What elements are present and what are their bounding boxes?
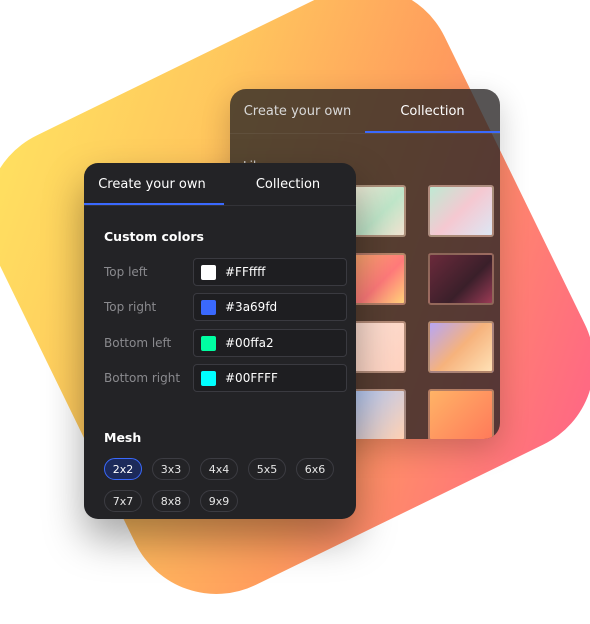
color-input-bottom-left[interactable]: #00ffa2 [193,329,347,357]
color-row-bottom-left: Bottom left #00ffa2 [104,329,347,357]
hex-value: #00ffa2 [225,336,274,350]
color-swatch[interactable] [201,265,216,280]
gradient-tile[interactable] [428,389,494,439]
mesh-option-5x5[interactable]: 5x5 [248,458,286,480]
color-input-top-left[interactable]: #FFffff [193,258,347,286]
color-label: Bottom left [104,336,172,350]
front-tabs: Create your own Collection [84,163,356,206]
color-row-top-right: Top right #3a69fd [104,293,347,321]
color-swatch[interactable] [201,300,216,315]
hex-value: #FFffff [225,265,266,279]
color-row-bottom-right: Bottom right #00FFFF [104,364,347,392]
mesh-option-8x8[interactable]: 8x8 [152,490,190,512]
mesh-title: Mesh [104,430,142,445]
color-row-top-left: Top left #FFffff [104,258,347,286]
color-input-bottom-right[interactable]: #00FFFF [193,364,347,392]
mesh-option-6x6[interactable]: 6x6 [296,458,334,480]
active-tab-indicator [84,203,224,205]
back-tabs: Create your own Collection [230,89,500,134]
mesh-option-9x9[interactable]: 9x9 [200,490,238,512]
color-label: Bottom right [104,371,181,385]
mesh-option-3x3[interactable]: 3x3 [152,458,190,480]
mesh-option-4x4[interactable]: 4x4 [200,458,238,480]
mesh-option-2x2[interactable]: 2x2 [104,458,142,480]
hex-value: #3a69fd [225,300,278,314]
gradient-tile[interactable] [428,185,494,237]
tab-create-your-own[interactable]: Create your own [84,163,220,205]
gradient-library-grid [340,185,494,439]
color-label: Top right [104,300,157,314]
color-swatch[interactable] [201,371,216,386]
hex-value: #00FFFF [225,371,278,385]
custom-colors-title: Custom colors [104,229,204,244]
gradient-tile[interactable] [428,321,494,373]
tab-collection-back[interactable]: Collection [365,89,500,133]
color-swatch[interactable] [201,336,216,351]
color-label: Top left [104,265,148,279]
mesh-option-7x7[interactable]: 7x7 [104,490,142,512]
tab-collection[interactable]: Collection [220,163,356,205]
tab-create-your-own-back[interactable]: Create your own [230,89,365,133]
active-tab-indicator-back [365,131,500,133]
create-your-own-panel: Create your own Collection Custom colors… [84,163,356,519]
color-input-top-right[interactable]: #3a69fd [193,293,347,321]
gradient-tile[interactable] [428,253,494,305]
